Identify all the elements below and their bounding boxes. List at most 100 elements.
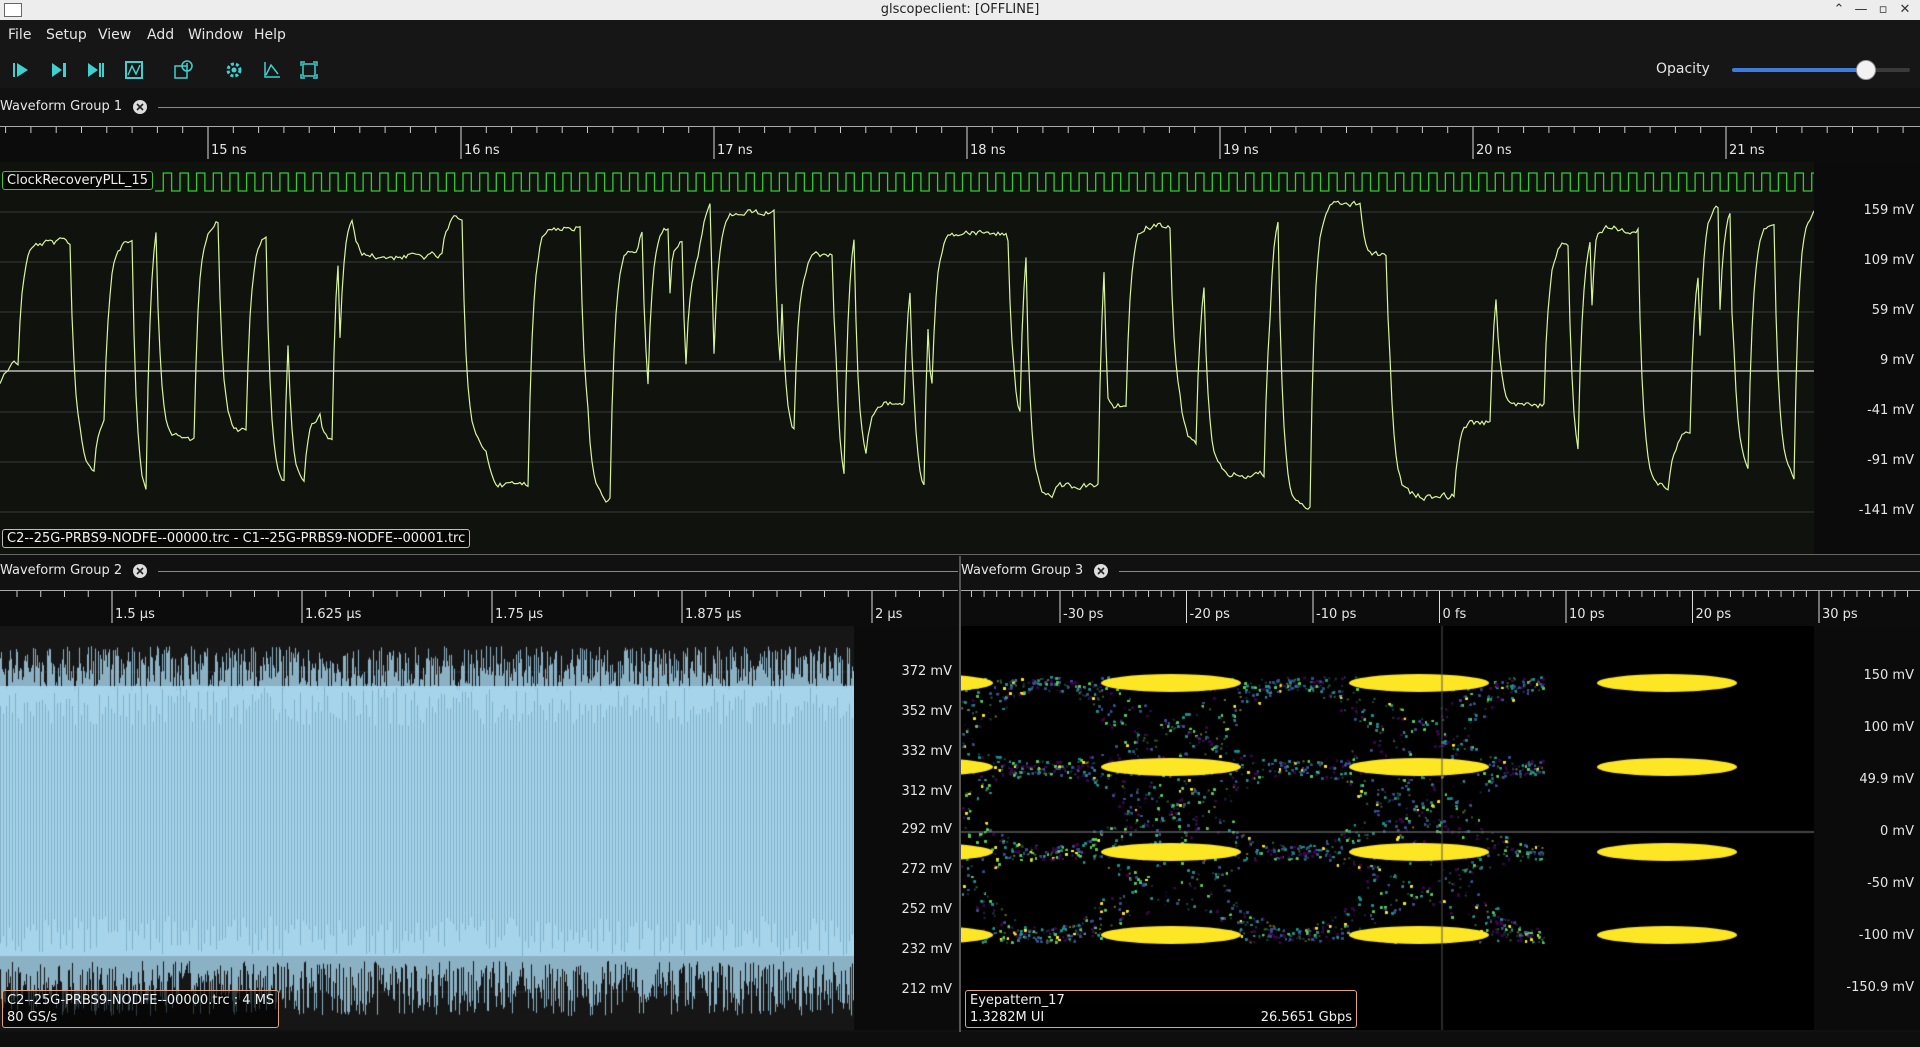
vertical-axis-label: 212 mV xyxy=(901,982,952,997)
eye-pattern-label[interactable]: Eyepattern_17 1.3282M UI 26.5651 Gbps xyxy=(965,990,1357,1028)
toolbar: Opacity xyxy=(0,52,1920,88)
vertical-axis-label: 352 mV xyxy=(901,704,952,719)
eye-pattern-ui-count: 1.3282M UI xyxy=(970,1010,1045,1025)
fullscreen-icon xyxy=(300,61,318,79)
single-step-icon xyxy=(52,63,66,77)
menu-bar: File Setup View Add Window Help xyxy=(0,20,1920,52)
group-1-plot[interactable]: ClockRecoveryPLL_15 C2--25G-PRBS9-NODFE-… xyxy=(0,162,1814,554)
vertical-axis-label: 372 mV xyxy=(901,664,952,679)
window-minimize-icon[interactable]: — xyxy=(1852,1,1870,19)
status-strip xyxy=(0,1032,1920,1047)
group-2-waveform xyxy=(0,626,854,1030)
waveform-group-3-header: Waveform Group 3 xyxy=(961,560,1920,582)
vertical-axis-label: 292 mV xyxy=(901,822,952,837)
vertical-axis-label: 49.9 mV xyxy=(1859,772,1914,787)
vertical-axis-label: -150.9 mV xyxy=(1846,980,1914,995)
close-group-3-icon[interactable] xyxy=(1093,563,1109,579)
group-1-channel-label[interactable]: C2--25G-PRBS9-NODFE--00000.trc - C1--25G… xyxy=(2,529,471,548)
group-1-timeline-ticks: 15 ns 16 ns 17 ns 18 ns 19 ns 20 ns 21 ns xyxy=(5,127,1904,159)
vertical-axis-label: 59 mV xyxy=(1871,303,1914,318)
vertical-axis-label: 312 mV xyxy=(901,784,952,799)
eye-pattern-stats: 1.3282M UI 26.5651 Gbps xyxy=(970,1009,1352,1026)
group-2-vertical-axis[interactable]: 372 mV 352 mV 332 mV 312 mV 292 mV 272 mV 252 … xyxy=(854,626,958,1030)
force-trigger-button[interactable] xyxy=(82,56,110,84)
measurements-button[interactable] xyxy=(258,56,286,84)
window-maximize-icon[interactable]: ▫ xyxy=(1874,1,1892,19)
group-2-timeline[interactable]: 1.5 µs 1.625 µs 1.75 µs 1.875 µs 2 µs xyxy=(0,590,958,626)
group-1-header-rule xyxy=(158,107,1920,108)
menu-setup[interactable]: Setup xyxy=(46,27,87,43)
stop-icon xyxy=(125,61,143,79)
timeline-tick-label: 20 ns xyxy=(1476,143,1512,158)
eye-pattern-name: Eyepattern_17 xyxy=(970,993,1065,1008)
menu-help[interactable]: Help xyxy=(254,27,286,43)
timeline-tick-label: 21 ns xyxy=(1729,143,1765,158)
waveform-group-3-title: Waveform Group 3 xyxy=(961,563,1084,578)
timeline-tick-label: 19 ns xyxy=(1223,143,1259,158)
timeline-tick-label: 1.5 µs xyxy=(115,607,155,622)
timeline-tick-label: 1.75 µs xyxy=(495,607,543,622)
plot-background xyxy=(0,162,1814,554)
menu-add[interactable]: Add xyxy=(147,27,174,43)
vertical-axis-label: -141 mV xyxy=(1858,503,1914,518)
vertical-axis-label: -100 mV xyxy=(1858,928,1914,943)
clock-recovery-label[interactable]: ClockRecoveryPLL_15 xyxy=(2,171,153,190)
force-step-icon xyxy=(88,63,104,77)
vertical-axis-label: 0 mV xyxy=(1880,824,1914,839)
timeline-tick-label: 1.625 µs xyxy=(305,607,362,622)
menu-file[interactable]: File xyxy=(8,27,31,43)
group-2-channel-label-line1: C2--25G-PRBS9-NODFE--00000.trc : 4 MS xyxy=(7,993,275,1008)
group-1-timeline[interactable]: 15 ns 16 ns 17 ns 18 ns 19 ns 20 ns 21 ns xyxy=(0,126,1920,162)
opacity-slider-thumb[interactable] xyxy=(1855,60,1876,80)
stop-trigger-button[interactable] xyxy=(120,56,148,84)
timeline-tick-label: 2 µs xyxy=(875,607,903,622)
waveform-group-2-header: Waveform Group 2 xyxy=(0,560,958,582)
vertical-axis-label: -91 mV xyxy=(1867,453,1914,468)
group-2-plot[interactable]: C2--25G-PRBS9-NODFE--00000.trc : 4 MS 80… xyxy=(0,626,854,1030)
timeline-tick-label: 15 ns xyxy=(211,143,247,158)
measure-icon xyxy=(264,62,280,78)
group-1-vertical-axis[interactable]: 159 mV 109 mV 59 mV 9 mV -41 mV -91 mV -141 mV xyxy=(1814,162,1920,554)
vertical-axis-label: 332 mV xyxy=(901,744,952,759)
vertical-axis-label: 232 mV xyxy=(901,942,952,957)
menu-window[interactable]: Window xyxy=(188,27,243,43)
vertical-axis-label: 9 mV xyxy=(1880,353,1914,368)
vertical-axis-label: -41 mV xyxy=(1867,403,1914,418)
opacity-label: Opacity xyxy=(1656,61,1710,77)
fullscreen-button[interactable] xyxy=(295,56,323,84)
vertical-axis-label: -50 mV xyxy=(1867,876,1914,891)
opacity-slider-fill xyxy=(1732,68,1866,72)
title-bar: glscopeclient: [OFFLINE] ⌃ — ▫ ✕ xyxy=(0,0,1920,20)
close-group-1-icon[interactable] xyxy=(132,99,148,115)
timeline-tick-label: 16 ns xyxy=(464,143,500,158)
eye-pattern-data-rate: 26.5651 Gbps xyxy=(1260,1010,1352,1025)
window-close-icon[interactable]: ✕ xyxy=(1896,1,1914,19)
settings-button[interactable] xyxy=(220,56,248,84)
vertical-axis-label: 109 mV xyxy=(1863,253,1914,268)
group-3-plot[interactable]: Eyepattern_17 1.3282M UI 26.5651 Gbps xyxy=(961,626,1814,1030)
group-1-waveform xyxy=(0,162,1814,554)
timeline-tick-label: 20 ps xyxy=(1696,607,1732,622)
timeline-tick-label: 1.875 µs xyxy=(685,607,742,622)
timeline-tick-label: -20 ps xyxy=(1190,607,1231,622)
window-shade-icon[interactable]: ⌃ xyxy=(1830,1,1848,19)
menu-view[interactable]: View xyxy=(98,27,131,43)
group-2-timeline-ticks: 1.5 µs 1.625 µs 1.75 µs 1.875 µs 2 µs xyxy=(16,591,944,623)
group-2-channel-label-line2: 80 GS/s xyxy=(7,1010,58,1025)
group-2-header-rule xyxy=(158,571,958,572)
single-trigger-button[interactable] xyxy=(45,56,73,84)
group-3-timeline[interactable]: -30 ps -20 ps -10 ps 0 fs 10 ps 20 ps 30 ps xyxy=(961,590,1920,626)
opacity-slider[interactable] xyxy=(1732,60,1910,80)
group-3-vertical-axis[interactable]: 150 mV 100 mV 49.9 mV 0 mV -50 mV -100 mV -150… xyxy=(1814,626,1920,1030)
vertical-axis-label: 272 mV xyxy=(901,862,952,877)
timeline-tick-label: 10 ps xyxy=(1569,607,1605,622)
timeline-tick-label: -10 ps xyxy=(1316,607,1357,622)
history-button[interactable] xyxy=(169,56,197,84)
start-trigger-button[interactable] xyxy=(7,56,35,84)
window-title: glscopeclient: [OFFLINE] xyxy=(880,2,1040,17)
close-group-2-icon[interactable] xyxy=(132,563,148,579)
group-2-channel-label[interactable]: C2--25G-PRBS9-NODFE--00000.trc : 4 MS 80… xyxy=(2,990,280,1028)
play-icon xyxy=(13,63,28,77)
horizontal-pane-divider[interactable] xyxy=(0,554,1920,555)
timeline-tick-label: 18 ns xyxy=(970,143,1006,158)
